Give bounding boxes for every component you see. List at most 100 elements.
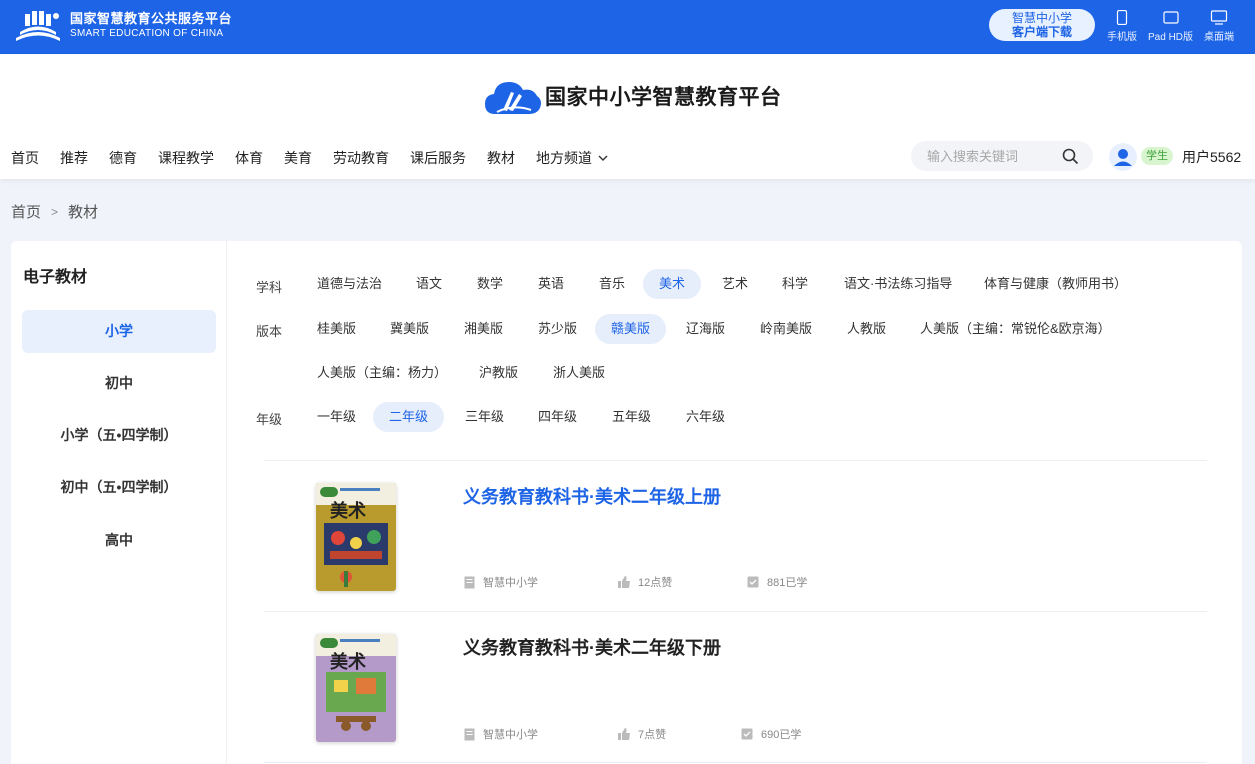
grade-chip[interactable]: 一年级 [301, 402, 372, 432]
book-likes-text: 12点赞 [638, 577, 673, 589]
username[interactable]: 用户5562 [1182, 147, 1241, 167]
nav-item-sports[interactable]: 体育 [235, 148, 263, 168]
device-tablet-label: Pad HD版 [1148, 32, 1194, 43]
client-download-button[interactable]: 智慧中小学 客户端下载 [989, 9, 1095, 41]
user-icon [1114, 149, 1132, 166]
book-title-link[interactable]: 义务教育教科书·美术二年级下册 [463, 634, 721, 660]
device-desktop-label: 桌面端 [1204, 32, 1234, 43]
nav-item-home[interactable]: 首页 [11, 148, 39, 168]
sidebar-title: 电子教材 [23, 269, 88, 286]
subject-chip-active[interactable]: 美术 [643, 269, 702, 299]
search-icon[interactable] [1062, 148, 1079, 165]
book-publisher: 智慧中小学 [464, 574, 538, 590]
download-label-line2: 客户端下载 [1011, 25, 1072, 39]
subject-chip[interactable]: 艺术 [706, 269, 764, 299]
tablet-icon [1162, 11, 1179, 24]
divider [264, 762, 1207, 763]
platform-logo-icon [16, 11, 60, 41]
edition-chip[interactable]: 冀美版 [374, 314, 445, 344]
search-input[interactable] [927, 147, 1057, 165]
edition-chip[interactable]: 辽海版 [670, 314, 741, 344]
nav-item-labor[interactable]: 劳动教育 [333, 148, 389, 168]
book-learners-text: 690已学 [761, 729, 802, 741]
thumbs-up-icon [618, 576, 630, 588]
avatar[interactable] [1109, 143, 1137, 171]
subject-chip[interactable]: 语文 [400, 269, 458, 299]
edition-chip[interactable]: 桂美版 [301, 314, 372, 344]
platform-logo[interactable]: 国家智慧教育公共服务平台 SMART EDUCATION OF CHINA [12, 8, 232, 44]
divider [264, 611, 1207, 612]
chevron-down-icon [598, 155, 608, 161]
book-publisher-text: 智慧中小学 [483, 577, 538, 589]
breadcrumb-home[interactable]: 首页 [11, 201, 41, 222]
edition-chip[interactable]: 人美版（主编：常锐伦&欧京海） [904, 314, 1127, 344]
nav-item-after-school[interactable]: 课后服务 [410, 148, 466, 168]
nav-item-recommend[interactable]: 推荐 [60, 148, 88, 168]
subject-chip[interactable]: 体育与健康（教师用书） [968, 269, 1143, 299]
device-desktop-link[interactable]: 桌面端 [1204, 10, 1234, 43]
sidebar: 电子教材 小学 初中 小学（五•四学制） 初中（五•四学制） 高中 [11, 241, 227, 764]
nav-item-textbooks[interactable]: 教材 [487, 148, 515, 168]
book-likes[interactable]: 7点赞 [618, 726, 666, 742]
nav-item-moral[interactable]: 德育 [109, 148, 137, 168]
divider [264, 460, 1207, 461]
book-learners: 690已学 [741, 726, 801, 742]
sidebar-item-junior[interactable]: 初中 [22, 362, 216, 405]
nav-item-local-channels[interactable]: 地方频道 [536, 148, 608, 168]
edition-chip-active[interactable]: 赣美版 [595, 314, 667, 344]
sidebar-item-primary[interactable]: 小学 [22, 310, 216, 353]
book-likes[interactable]: 12点赞 [618, 574, 672, 590]
subject-chip[interactable]: 道德与法治 [301, 269, 398, 299]
nav-item-aesthetics[interactable]: 美育 [284, 148, 312, 168]
role-badge: 学生 [1141, 147, 1173, 165]
grade-chip-active[interactable]: 二年级 [373, 402, 445, 432]
sidebar-item-primary-54[interactable]: 小学（五•四学制） [22, 414, 216, 457]
cloud-book-icon [485, 82, 541, 114]
subject-chip[interactable]: 英语 [522, 269, 580, 299]
document-icon [464, 576, 475, 588]
subject-chip[interactable]: 数学 [461, 269, 519, 299]
book-likes-text: 7点赞 [638, 729, 667, 741]
grade-chip[interactable]: 五年级 [596, 402, 667, 432]
grade-chip[interactable]: 六年级 [670, 402, 741, 432]
learners-icon [747, 576, 759, 588]
book-cover-title: 美术 [330, 652, 366, 673]
book-publisher-text: 智慧中小学 [483, 729, 538, 741]
top-bar: 国家智慧教育公共服务平台 SMART EDUCATION OF CHINA 智慧… [0, 0, 1255, 54]
sidebar-item-senior[interactable]: 高中 [22, 519, 216, 562]
grade-chip[interactable]: 三年级 [449, 402, 520, 432]
edition-chip[interactable]: 人教版 [831, 314, 902, 344]
device-tablet-link[interactable]: Pad HD版 [1148, 10, 1193, 43]
breadcrumb-separator: > [51, 204, 59, 219]
thumbs-up-icon [618, 728, 630, 740]
phone-icon [1116, 10, 1128, 25]
brand-title: 国家中小学智慧教育平台 [545, 86, 782, 109]
grade-chip[interactable]: 四年级 [522, 402, 593, 432]
nav-item-courses[interactable]: 课程教学 [158, 148, 214, 168]
book-title-link[interactable]: 义务教育教科书·美术二年级上册 [463, 483, 721, 509]
sidebar-item-junior-54[interactable]: 初中（五•四学制） [22, 466, 216, 509]
book-cover[interactable]: 美术 [316, 483, 396, 591]
learners-icon [741, 728, 753, 740]
textbook-panel: 电子教材 小学 初中 小学（五•四学制） 初中（五•四学制） 高中 学科 道德与… [11, 241, 1242, 764]
subject-chip[interactable]: 语文·书法练习指导 [828, 269, 968, 299]
subject-chip[interactable]: 科学 [766, 269, 824, 299]
subject-label: 学科 [256, 280, 283, 295]
edition-chip[interactable]: 苏少版 [522, 314, 593, 344]
edition-chip[interactable]: 岭南美版 [744, 314, 828, 344]
breadcrumb-current: 教材 [68, 204, 99, 221]
book-cover[interactable]: 美术 [316, 634, 396, 742]
brand-logo[interactable]: 国家中小学智慧教育平台 [483, 74, 782, 118]
logo-title-cn: 国家智慧教育公共服务平台 [70, 11, 233, 26]
breadcrumb: 首页 > 教材 [11, 201, 98, 222]
edition-chip[interactable]: 湘美版 [448, 314, 519, 344]
edition-chip[interactable]: 人美版（主编：杨力） [301, 358, 463, 388]
nav-item-local-label: 地方频道 [536, 150, 592, 166]
subject-chip[interactable]: 音乐 [583, 269, 641, 299]
book-publisher: 智慧中小学 [464, 726, 538, 742]
edition-chip[interactable]: 浙人美版 [537, 358, 621, 388]
device-phone-link[interactable]: 手机版 [1107, 10, 1137, 43]
book-cover-title: 美术 [330, 501, 366, 522]
grade-label: 年级 [256, 412, 283, 427]
edition-chip[interactable]: 沪教版 [463, 358, 534, 388]
